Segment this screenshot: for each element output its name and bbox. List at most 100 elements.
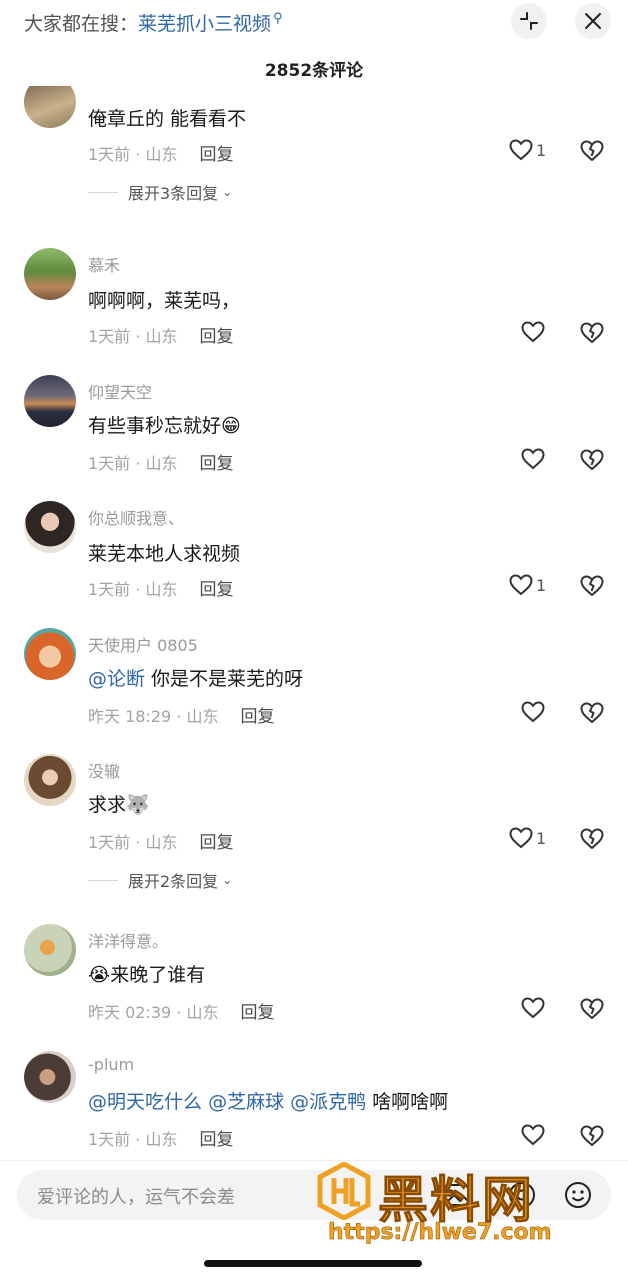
avatar[interactable] bbox=[24, 1051, 76, 1103]
username[interactable]: 没辙 bbox=[88, 758, 120, 782]
comment-text-body: 来晚了谁有 bbox=[110, 964, 206, 986]
heart-icon bbox=[521, 1124, 545, 1146]
dislike-icon[interactable] bbox=[578, 571, 606, 599]
username[interactable]: 洋洋得意。 bbox=[88, 928, 168, 952]
username[interactable]: 天使用户 0805 bbox=[88, 632, 198, 656]
comment-text: @论断 你是不是莱芜的呀 bbox=[88, 664, 303, 691]
username[interactable]: -plum bbox=[88, 1055, 134, 1074]
home-indicator[interactable] bbox=[204, 1260, 422, 1267]
watermark: 黑料网 https://hlwe7.com bbox=[316, 1158, 616, 1254]
comment-text: 啊啊啊，莱芜吗， bbox=[88, 290, 241, 312]
mention-link[interactable]: @芝麻球 bbox=[208, 1091, 284, 1113]
reply-button[interactable]: 回复 bbox=[199, 454, 233, 474]
like-button[interactable]: 1 bbox=[508, 571, 556, 599]
comment-text: @明天吃什么 @芝麻球 @派克鸭 啥啊啥啊 bbox=[88, 1087, 448, 1114]
comment-list[interactable]: 俺章丘的 能看看不 1天前 · 山东 回复 1 展开3条回复 ⌄ 慕禾 啊啊啊，莱… bbox=[0, 86, 628, 1160]
expand-replies-button[interactable]: 展开2条回复 ⌄ bbox=[88, 868, 232, 892]
like-button[interactable] bbox=[508, 1121, 556, 1149]
comment-time-location: 1天前 · 山东 bbox=[88, 833, 178, 852]
heart-icon bbox=[509, 574, 533, 596]
comment-time-location: 1天前 · 山东 bbox=[88, 145, 178, 164]
username[interactable]: 你总顺我意、 bbox=[88, 505, 184, 529]
reply-button[interactable]: 回复 bbox=[199, 1130, 233, 1150]
comment-input-placeholder: 爱评论的人，运气不会差 bbox=[37, 1187, 235, 1208]
like-button[interactable] bbox=[508, 698, 556, 726]
comment-meta: 昨天 18:29 · 山东 回复 bbox=[88, 702, 274, 727]
comment-meta: 1天前 · 山东 回复 bbox=[88, 322, 233, 347]
like-button[interactable] bbox=[508, 445, 556, 473]
like-count: 1 bbox=[536, 140, 547, 160]
grin-emoji: 😁 bbox=[221, 415, 241, 437]
like-button[interactable] bbox=[508, 994, 556, 1022]
avatar[interactable] bbox=[24, 628, 76, 680]
comment-text-body: 求求 bbox=[88, 794, 127, 816]
heart-icon bbox=[521, 448, 545, 470]
like-button[interactable]: 1 bbox=[508, 136, 556, 164]
dislike-icon[interactable] bbox=[578, 994, 606, 1022]
like-count: 1 bbox=[536, 828, 547, 848]
dislike-icon[interactable] bbox=[578, 824, 606, 852]
like-button[interactable] bbox=[508, 318, 556, 346]
wolf-emoji: 🐺 bbox=[126, 794, 150, 816]
search-icon: ⚲ bbox=[273, 10, 283, 26]
crying-emoji: 😭 bbox=[88, 964, 111, 986]
shrink-button[interactable] bbox=[511, 3, 547, 39]
comment-text-body: 你是不是莱芜的呀 bbox=[145, 668, 304, 690]
dislike-icon[interactable] bbox=[578, 1121, 606, 1149]
username[interactable]: 慕禾 bbox=[88, 252, 120, 276]
chevron-down-icon: ⌄ bbox=[222, 185, 233, 199]
avatar[interactable] bbox=[24, 924, 76, 976]
dislike-icon[interactable] bbox=[578, 698, 606, 726]
expand-label: 展开2条回复 bbox=[128, 872, 219, 891]
dislike-icon[interactable] bbox=[578, 136, 606, 164]
mention-link[interactable]: @明天吃什么 bbox=[88, 1091, 202, 1113]
search-suggestion[interactable]: 大家都在搜： 莱芜抓小三视频 ⚲ bbox=[24, 6, 283, 38]
comment-meta: 1天前 · 山东 回复 bbox=[88, 449, 233, 474]
close-button[interactable] bbox=[575, 3, 611, 39]
comment-time-location: 1天前 · 山东 bbox=[88, 327, 178, 346]
heart-icon bbox=[521, 321, 545, 343]
comment-text: 有些事秒忘就好😁 bbox=[88, 411, 241, 438]
close-icon bbox=[585, 13, 601, 29]
mention-link[interactable]: @论断 bbox=[88, 668, 145, 690]
comment-time-location: 1天前 · 山东 bbox=[88, 580, 178, 599]
dislike-icon[interactable] bbox=[578, 445, 606, 473]
like-count: 1 bbox=[536, 575, 547, 595]
expand-replies-button[interactable]: 展开3条回复 ⌄ bbox=[88, 180, 232, 204]
comment-text-body: 有些事秒忘就好 bbox=[88, 415, 222, 437]
heart-icon bbox=[509, 139, 533, 161]
comment-time-location: 昨天 02:39 · 山东 bbox=[88, 1003, 219, 1022]
mention-link[interactable]: @派克鸭 bbox=[290, 1091, 366, 1113]
heart-icon bbox=[521, 701, 545, 723]
reply-button[interactable]: 回复 bbox=[199, 580, 233, 600]
search-term-link[interactable]: 莱芜抓小三视频 bbox=[138, 9, 271, 36]
dislike-icon[interactable] bbox=[578, 318, 606, 346]
comment-meta: 1天前 · 山东 回复 bbox=[88, 575, 233, 600]
comment-time-location: 昨天 18:29 · 山东 bbox=[88, 707, 219, 726]
username[interactable]: 仰望天空 bbox=[88, 379, 152, 403]
comment-meta: 1天前 · 山东 回复 bbox=[88, 140, 233, 165]
comment-text: 😭来晚了谁有 bbox=[88, 960, 205, 987]
reply-button[interactable]: 回复 bbox=[240, 1003, 274, 1023]
comment-meta: 1天前 · 山东 回复 bbox=[88, 828, 233, 853]
reply-button[interactable]: 回复 bbox=[240, 707, 274, 727]
expand-divider bbox=[88, 191, 118, 193]
watermark-url: https://hlwe7.com bbox=[328, 1220, 552, 1246]
avatar[interactable] bbox=[24, 501, 76, 553]
avatar[interactable] bbox=[24, 248, 76, 300]
like-button[interactable]: 1 bbox=[508, 824, 556, 852]
collapse-icon bbox=[520, 12, 538, 30]
expand-divider bbox=[88, 879, 118, 881]
reply-button[interactable]: 回复 bbox=[199, 327, 233, 347]
avatar[interactable] bbox=[24, 754, 76, 806]
search-prefix: 大家都在搜： bbox=[24, 12, 139, 35]
reply-button[interactable]: 回复 bbox=[199, 145, 233, 165]
comment-count-title: 2852条评论 bbox=[264, 61, 364, 81]
reply-button[interactable]: 回复 bbox=[199, 833, 233, 853]
comment-time-location: 1天前 · 山东 bbox=[88, 454, 178, 473]
expand-label: 展开3条回复 bbox=[128, 184, 219, 203]
avatar[interactable] bbox=[24, 86, 76, 128]
chevron-down-icon: ⌄ bbox=[222, 873, 233, 887]
avatar[interactable] bbox=[24, 375, 76, 427]
heart-icon bbox=[509, 827, 533, 849]
